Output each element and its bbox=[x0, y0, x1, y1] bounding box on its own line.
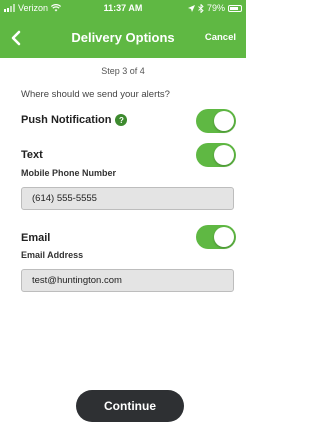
push-notification-label: Push Notification bbox=[21, 114, 112, 126]
text-row: Text bbox=[21, 149, 43, 161]
push-notification-toggle[interactable] bbox=[196, 109, 236, 133]
location-arrow-icon bbox=[187, 4, 195, 12]
battery-icon bbox=[228, 4, 242, 12]
alerts-prompt: Where should we send your alerts? bbox=[21, 89, 170, 100]
toggle-knob bbox=[214, 227, 234, 247]
text-label: Text bbox=[21, 149, 43, 161]
status-bar: Verizon 11:37 AM 79% bbox=[0, 0, 246, 18]
cancel-button[interactable]: Cancel bbox=[205, 32, 236, 43]
battery-percent: 79% bbox=[206, 3, 225, 13]
status-right: 79% bbox=[187, 3, 242, 13]
email-row: Email bbox=[21, 232, 50, 244]
mobile-phone-label: Mobile Phone Number bbox=[21, 168, 117, 178]
push-notification-row: Push Notification ? bbox=[21, 114, 128, 126]
toggle-knob bbox=[214, 145, 234, 165]
step-indicator: Step 3 of 4 bbox=[101, 66, 145, 76]
text-toggle[interactable] bbox=[196, 143, 236, 167]
mobile-phone-field[interactable]: (614) 555-5555 bbox=[21, 187, 234, 210]
nav-bar: Delivery Options Cancel bbox=[0, 18, 246, 58]
email-label: Email bbox=[21, 232, 51, 244]
email-toggle[interactable] bbox=[196, 225, 236, 249]
help-icon[interactable]: ? bbox=[115, 114, 128, 126]
email-address-field[interactable]: test@huntington.com bbox=[21, 269, 234, 292]
bluetooth-icon bbox=[198, 3, 204, 13]
email-address-label: Email Address bbox=[21, 250, 84, 260]
toggle-knob bbox=[214, 111, 234, 131]
continue-button[interactable]: Continue bbox=[76, 390, 184, 422]
